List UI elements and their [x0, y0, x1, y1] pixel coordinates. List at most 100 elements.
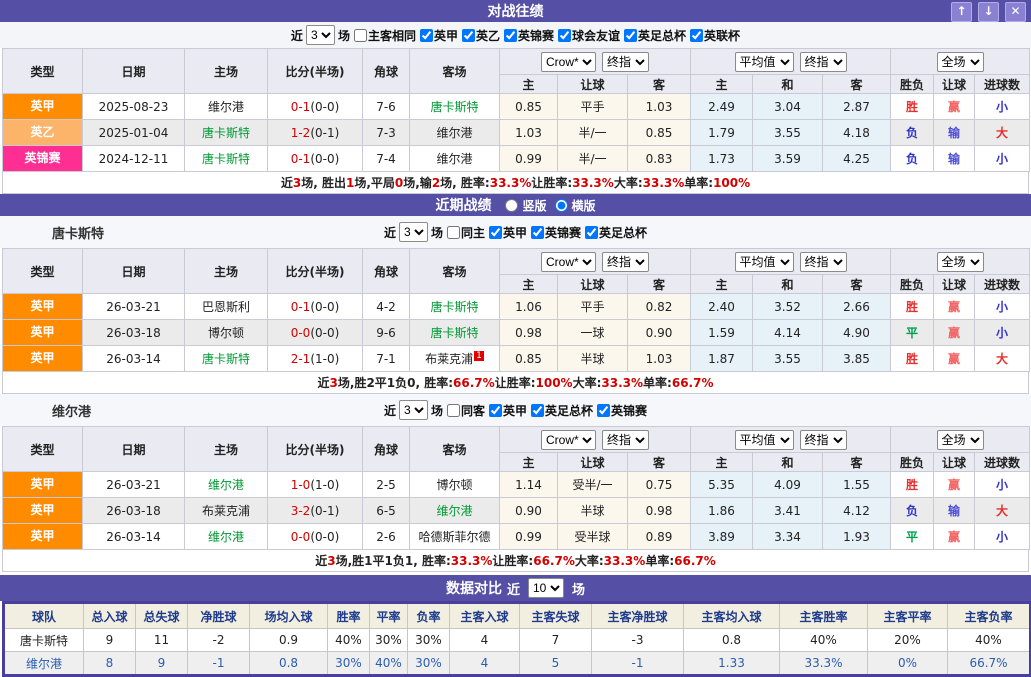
- goals-result-cell: 小: [975, 94, 1030, 120]
- same-venue-checkbox[interactable]: 主客相同: [350, 27, 416, 44]
- stat-cell: 7: [520, 629, 592, 652]
- fulltime-score: 0-1: [291, 100, 311, 114]
- league-checkbox[interactable]: 英锦赛: [500, 27, 554, 44]
- odds-away-cell: 0.89: [628, 524, 691, 550]
- compare-col-ha-goals-against: 主客失球: [520, 603, 592, 629]
- odds-away-cell: 0.75: [628, 472, 691, 498]
- stat-cell: 30%: [370, 629, 408, 652]
- col-score: 比分(半场): [268, 49, 363, 94]
- away-team-cell: 哈德斯菲尔德: [410, 524, 500, 550]
- handicap-result-cell: 赢: [934, 320, 975, 346]
- halftime-score: (0-0): [310, 100, 339, 114]
- col-avg-home: 主: [691, 75, 753, 94]
- handicap-cell: 平手: [558, 94, 628, 120]
- avg-draw-cell: 3.41: [753, 498, 823, 524]
- handicap-result-cell: 输: [934, 146, 975, 172]
- stat-cell: 20%: [868, 629, 948, 652]
- league-checkbox[interactable]: 英锦赛: [593, 402, 647, 419]
- scroll-up-button[interactable]: ↑: [951, 2, 972, 22]
- home-team-cell: 唐卡斯特: [185, 146, 268, 172]
- halftime-score: (0-0): [310, 152, 339, 166]
- final-index-select[interactable]: 终指: [800, 52, 847, 72]
- table-row: 英甲 26-03-21 维尔港 1-0(1-0) 2-5 博尔顿 1.14 受半…: [3, 472, 1030, 498]
- league-type-cell: 英甲: [3, 94, 83, 120]
- date-cell: 26-03-18: [83, 320, 185, 346]
- avg-away-cell: 4.18: [823, 120, 891, 146]
- league-checkbox[interactable]: 英甲: [416, 27, 458, 44]
- league-type-cell: 英乙: [3, 120, 83, 146]
- col-avg-away: 客: [823, 75, 891, 94]
- halftime-score: (1-0): [310, 478, 339, 492]
- close-button[interactable]: ✕: [1005, 2, 1026, 22]
- score-cell: 1-0(1-0): [268, 472, 363, 498]
- away-team-name: 维尔港: [436, 504, 472, 518]
- full-match-select[interactable]: 全场: [937, 52, 984, 72]
- league-checkbox[interactable]: 英足总杯: [620, 27, 686, 44]
- col-type: 类型: [3, 249, 83, 294]
- league-type-cell: 英甲: [3, 472, 83, 498]
- average-select[interactable]: 平均值: [735, 52, 794, 72]
- col-odds-home: 主: [500, 275, 558, 294]
- avg-away-cell: 2.66: [823, 294, 891, 320]
- odds-home-cell: 1.14: [500, 472, 558, 498]
- near-label: 近: [291, 27, 303, 44]
- doncaster-games-select[interactable]: 3: [399, 222, 428, 242]
- col-home: 主场: [185, 249, 268, 294]
- team-cell: 唐卡斯特: [4, 629, 84, 652]
- league-checkbox[interactable]: 球会友谊: [554, 27, 620, 44]
- league-checkbox[interactable]: 英甲: [485, 402, 527, 419]
- final-index-select[interactable]: 终指: [602, 252, 649, 272]
- final-index-select[interactable]: 终指: [800, 252, 847, 272]
- average-select[interactable]: 平均值: [735, 430, 794, 450]
- col-date: 日期: [83, 249, 185, 294]
- away-team-cell: 唐卡斯特: [410, 94, 500, 120]
- same-home-checkbox[interactable]: 同主: [443, 224, 485, 241]
- horizontal-layout-radio[interactable]: 横版: [551, 197, 596, 214]
- stat-cell: 30%: [328, 652, 370, 676]
- vertical-layout-radio[interactable]: 竖版: [501, 197, 546, 214]
- avg-away-cell: 1.93: [823, 524, 891, 550]
- odds-home-cell: 0.99: [500, 524, 558, 550]
- stat-cell: 8: [84, 652, 136, 676]
- league-type-cell: 英锦赛: [3, 146, 83, 172]
- league-checkbox[interactable]: 英乙: [458, 27, 500, 44]
- scroll-down-button[interactable]: ↓: [978, 2, 999, 22]
- stat-cell: 0%: [868, 652, 948, 676]
- league-checkbox[interactable]: 英甲: [485, 224, 527, 241]
- goals-result-cell: 小: [975, 472, 1030, 498]
- goals-result-cell: 小: [975, 320, 1030, 346]
- checkbox[interactable]: [354, 29, 367, 42]
- handicap-cell: 半球: [558, 346, 628, 372]
- compare-games-select[interactable]: 10: [528, 578, 564, 598]
- score-cell: 3-2(0-1): [268, 498, 363, 524]
- league-checkbox[interactable]: 英足总杯: [527, 402, 593, 419]
- full-match-select[interactable]: 全场: [937, 252, 984, 272]
- final-index-select[interactable]: 终指: [602, 430, 649, 450]
- league-checkbox[interactable]: 英锦赛: [527, 224, 581, 241]
- full-match-select[interactable]: 全场: [937, 430, 984, 450]
- h2h-games-select[interactable]: 3: [306, 25, 335, 45]
- league-type-cell: 英甲: [3, 320, 83, 346]
- compare-col-ha-avg-goals: 主客均入球: [684, 603, 780, 629]
- bookmaker-select[interactable]: Crow*: [541, 430, 596, 450]
- bookmaker-select[interactable]: Crow*: [541, 52, 596, 72]
- fulltime-score: 0-0: [291, 326, 311, 340]
- h2h-table: 类型 日期 主场 比分(半场) 角球 客场 Crow*终指 平均值终指 全场 主…: [2, 48, 1030, 172]
- same-away-checkbox[interactable]: 同客: [443, 402, 485, 419]
- average-select[interactable]: 平均值: [735, 252, 794, 272]
- handicap-cell: 受半/一: [558, 472, 628, 498]
- table-row: 英甲 26-03-18 博尔顿 0-0(0-0) 9-6 唐卡斯特 0.98 一…: [3, 320, 1030, 346]
- odds-away-cell: 0.83: [628, 146, 691, 172]
- league-checkbox[interactable]: 英联杯: [686, 27, 740, 44]
- odds-home-cell: 0.85: [500, 346, 558, 372]
- league-checkbox[interactable]: 英足总杯: [581, 224, 647, 241]
- final-index-select[interactable]: 终指: [800, 430, 847, 450]
- stat-cell: 0.8: [250, 652, 328, 676]
- bookmaker-select[interactable]: Crow*: [541, 252, 596, 272]
- home-team-cell: 巴恩斯利: [185, 294, 268, 320]
- col-handicap-result: 让球: [934, 453, 975, 472]
- halftime-score: (0-1): [310, 504, 339, 518]
- final-index-select[interactable]: 终指: [602, 52, 649, 72]
- home-team-cell: 唐卡斯特: [185, 346, 268, 372]
- portvale-games-select[interactable]: 3: [399, 400, 428, 420]
